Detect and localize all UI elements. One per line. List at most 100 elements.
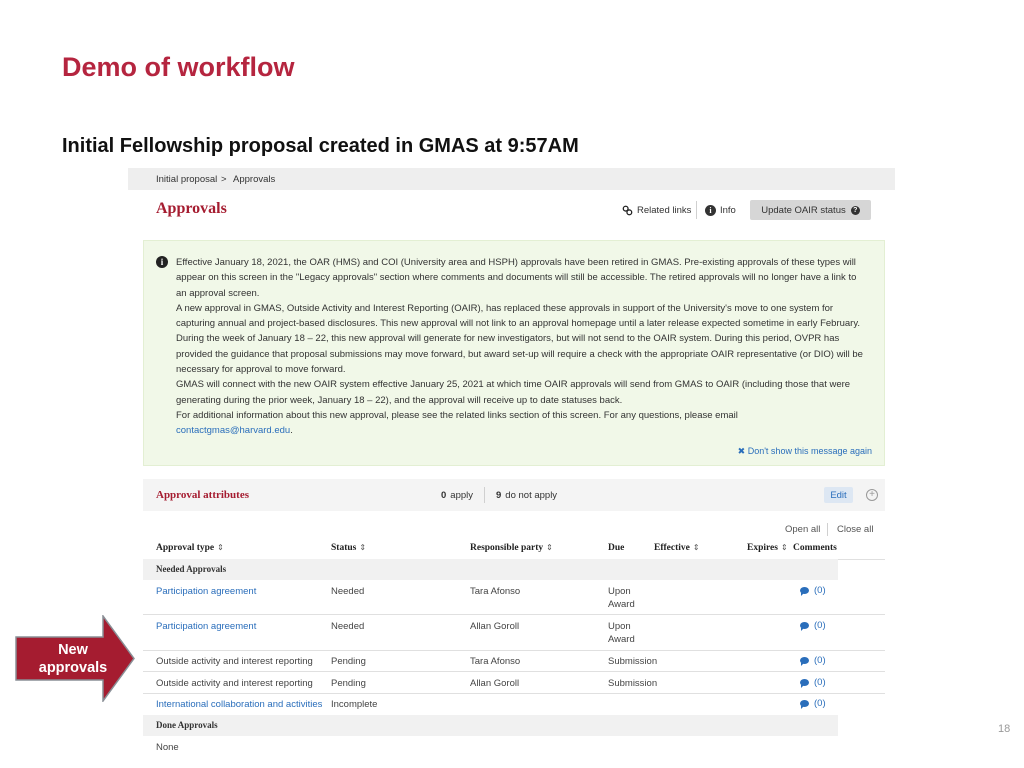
comment-icon <box>800 657 809 666</box>
notice-paragraph: A new approval in GMAS, Outside Activity… <box>176 302 861 330</box>
column-header-label: Effective <box>654 543 690 553</box>
column-header-label: Approval type <box>156 543 215 553</box>
row-divider <box>143 671 885 672</box>
slide-subtitle: Initial Fellowship proposal created in G… <box>62 135 579 157</box>
approval-attributes-bar: Approval attributes 0 apply 9 do not apply… <box>143 479 885 511</box>
column-header-label: Status <box>331 543 357 553</box>
approval-type-cell: Outside activity and interest reporting <box>156 656 313 667</box>
expand-plus-icon[interactable]: + <box>866 489 878 501</box>
callout-label-line: New <box>58 642 88 658</box>
column-header-responsible-party[interactable]: Responsible party ⇕ <box>470 543 553 553</box>
info-icon: i <box>705 205 716 216</box>
slide-title: Demo of workflow <box>62 52 295 82</box>
callout-label: New approvals <box>33 641 113 677</box>
due-cell: Submission <box>608 656 658 667</box>
edit-attributes-button[interactable]: Edit <box>824 487 853 503</box>
update-oair-status-button[interactable]: Update OAIR status ? <box>750 200 871 220</box>
info-button[interactable]: i Info <box>705 205 736 216</box>
comments-count: (0) <box>814 698 826 709</box>
sort-icon: ⇕ <box>359 543 367 552</box>
help-icon: ? <box>850 205 860 215</box>
close-icon: ✖ <box>737 446 748 456</box>
approval-type-link[interactable]: Participation agreement <box>156 585 256 598</box>
due-cell: Submission <box>608 678 658 689</box>
info-icon: i <box>156 256 168 268</box>
approval-type-link[interactable]: Participation agreement <box>156 620 256 633</box>
comments-link[interactable]: (0) <box>800 620 826 631</box>
breadcrumb-item-approvals: Approvals <box>233 174 276 185</box>
dismiss-message-link[interactable]: ✖ Don't show this message again <box>738 446 872 457</box>
breadcrumb: Initial proposal > Approvals <box>128 168 895 190</box>
group-label: Needed Approvals <box>156 564 227 574</box>
contact-email-link[interactable]: contactgmas@harvard.edu <box>176 425 290 436</box>
column-header-comments: Comments <box>793 543 837 553</box>
close-all-link[interactable]: Close all <box>837 524 873 535</box>
group-row-done[interactable]: Done Approvals <box>143 715 838 736</box>
sort-icon: ⇕ <box>546 543 553 552</box>
status-cell: Needed <box>331 586 365 597</box>
info-label: Info <box>720 205 736 216</box>
column-header-label: Responsible party <box>470 543 544 553</box>
comments-link[interactable]: (0) <box>800 677 826 688</box>
status-cell: Needed <box>331 621 365 632</box>
column-header-expires[interactable]: Expires ⇕ <box>747 543 788 553</box>
comments-link[interactable]: (0) <box>800 698 826 709</box>
page-number: 18 <box>998 723 1011 735</box>
due-cell: Upon Award <box>608 620 635 646</box>
status-cell: Pending <box>331 656 366 667</box>
open-all-link[interactable]: Open all <box>785 524 820 535</box>
related-links-button[interactable]: Related links <box>622 205 691 216</box>
due-line: Upon <box>608 621 631 632</box>
approval-type-cell: Outside activity and interest reporting <box>156 678 313 689</box>
link-icon <box>622 205 633 216</box>
not-apply-count-label: do not apply <box>505 490 558 501</box>
comment-icon <box>800 679 809 688</box>
group-label: Done Approvals <box>156 720 218 730</box>
approval-attributes-title: Approval attributes <box>156 489 249 501</box>
comments-link[interactable]: (0) <box>800 585 826 596</box>
row-divider <box>143 650 885 651</box>
row-divider <box>143 693 885 694</box>
responsible-party-cell: Allan Goroll <box>470 678 520 689</box>
notice-paragraph: For additional information about this ne… <box>176 409 738 421</box>
open-close-divider <box>827 523 828 536</box>
breadcrumb-item-initial-proposal[interactable]: Initial proposal <box>156 174 217 185</box>
apply-count-label: apply <box>450 490 474 501</box>
column-header-due[interactable]: Due <box>608 543 624 553</box>
status-cell: Pending <box>331 678 366 689</box>
new-approvals-callout: New approvals <box>15 613 135 704</box>
due-line: Award <box>608 634 635 645</box>
retirement-notice: i Effective January 18, 2021, the OAR (H… <box>143 240 885 466</box>
notice-text: Effective January 18, 2021, the OAR (HMS… <box>176 255 866 439</box>
approval-type-link[interactable]: International collaboration and activiti… <box>156 698 322 711</box>
apply-count-number: 0 <box>441 490 447 501</box>
chevron-right-icon: > <box>221 174 227 185</box>
due-line: Award <box>608 599 635 610</box>
responsible-party-cell: Tara Afonso <box>470 656 521 667</box>
column-header-label: Due <box>608 543 625 553</box>
comments-count: (0) <box>814 655 826 666</box>
page-title: Approvals <box>156 200 227 217</box>
comment-icon <box>800 700 809 709</box>
related-links-label: Related links <box>637 205 692 216</box>
email-suffix: . <box>290 425 293 437</box>
comments-count: (0) <box>814 620 826 631</box>
update-oair-status-label: Update OAIR status <box>761 204 846 216</box>
column-header-effective[interactable]: Effective ⇕ <box>654 543 700 553</box>
comments-link[interactable]: (0) <box>800 655 826 666</box>
column-header-status[interactable]: Status ⇕ <box>331 543 366 553</box>
comment-icon <box>800 587 809 596</box>
sort-icon: ⇕ <box>217 543 224 552</box>
toolbar-divider <box>696 201 697 219</box>
comments-count: (0) <box>814 585 826 596</box>
column-header-label: Expires <box>747 543 778 553</box>
sort-icon: ⇕ <box>692 543 700 552</box>
done-none-text: None <box>156 742 179 753</box>
dismiss-label: Don't show this message again <box>747 446 872 456</box>
row-divider <box>143 614 885 615</box>
notice-paragraph: GMAS will connect with the new OAIR syst… <box>176 379 851 406</box>
responsible-party-cell: Tara Afonso <box>470 586 521 597</box>
notice-paragraph: Effective January 18, 2021, the OAR (HMS… <box>176 257 857 299</box>
group-row-needed[interactable]: Needed Approvals <box>143 559 838 580</box>
column-header-approval-type[interactable]: Approval type ⇕ <box>156 543 224 553</box>
